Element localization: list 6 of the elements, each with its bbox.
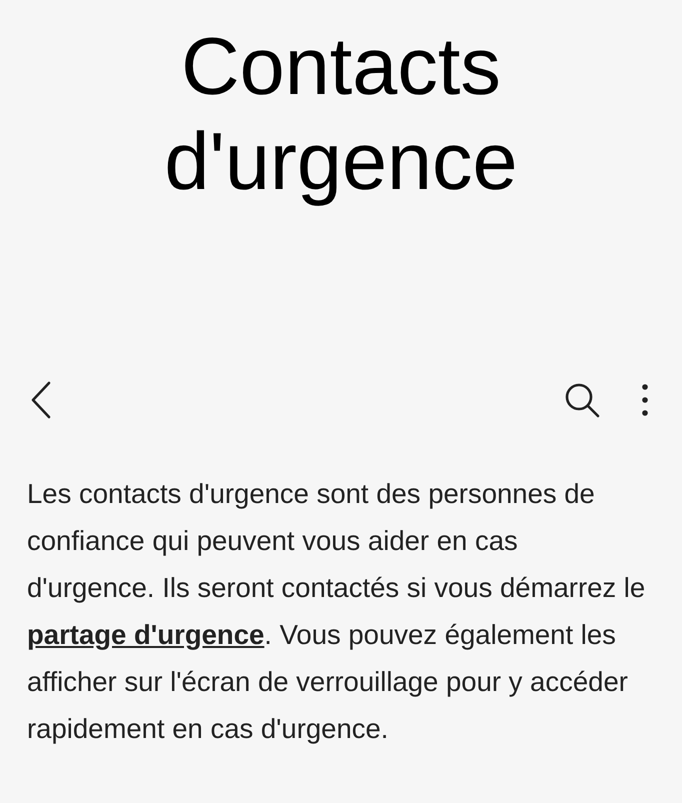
page-title: Contacts d'urgence bbox=[163, 21, 519, 209]
more-icon bbox=[642, 384, 648, 416]
back-icon bbox=[30, 381, 52, 419]
search-icon bbox=[564, 382, 600, 418]
description-text: Les contacts d'urgence sont des personnes de confiance qui peuvent vous aider en cas d'urgence. Ils seront contactés si vous démarrez le partage d'urgence. Vous pouvez également les afficher sur l'écran de verrouillage pour y accéder rapidement en cas d'urgence. bbox=[26, 477, 646, 746]
emergency-sharing-link[interactable]: partage d'urgence bbox=[27, 619, 264, 650]
